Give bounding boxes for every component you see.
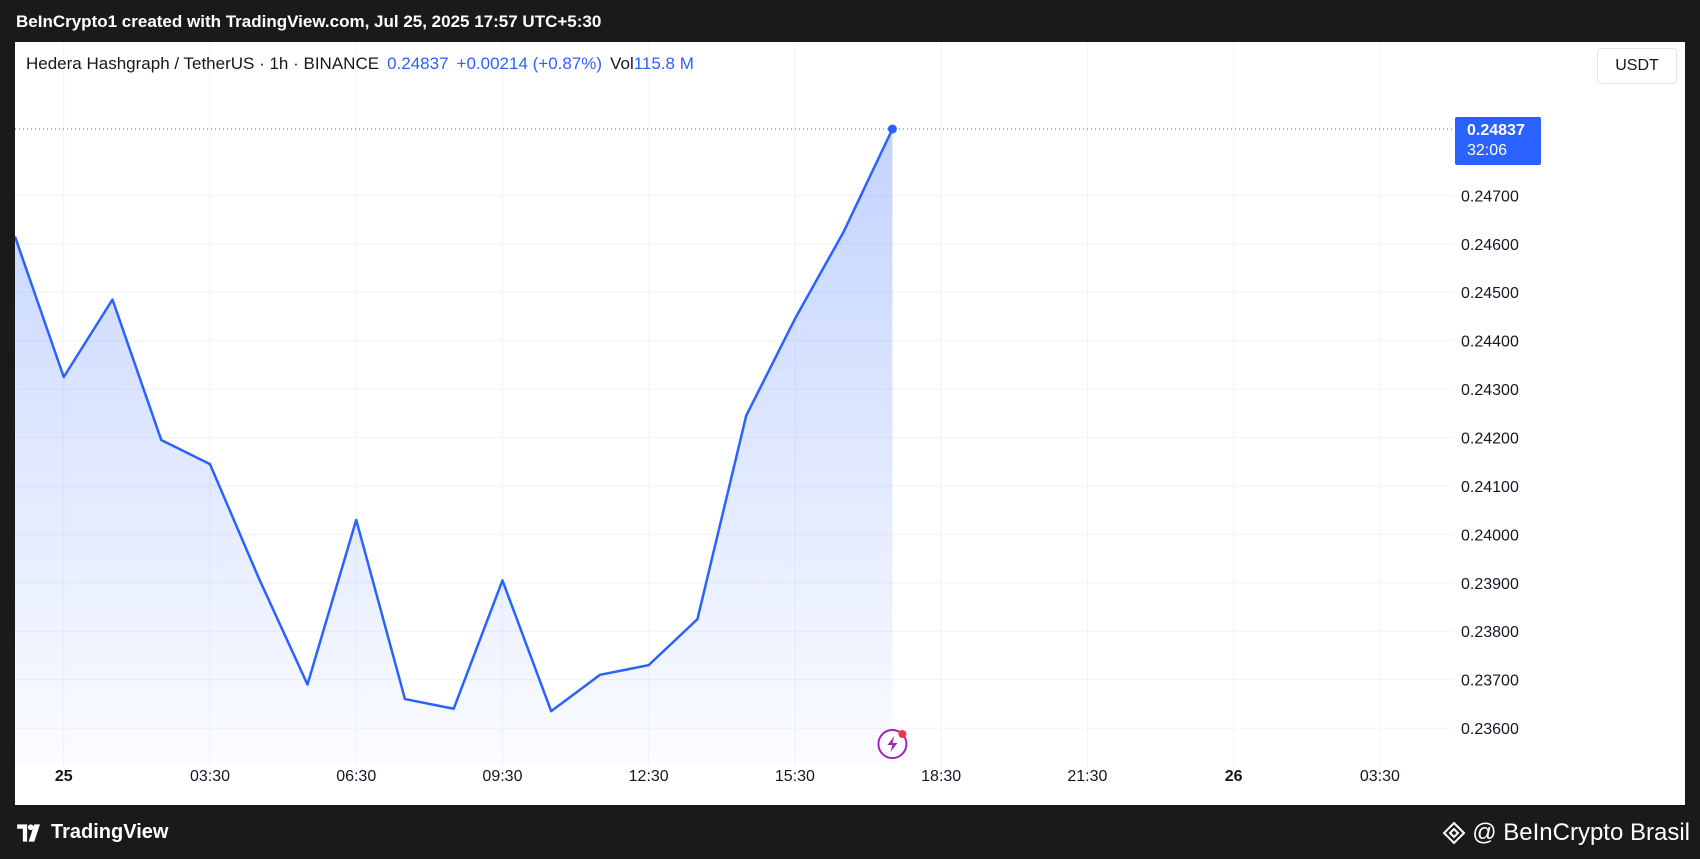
x-tick-label: 09:30 — [482, 768, 522, 785]
symbol-label[interactable]: Hedera Hashgraph / TetherUS · 1h · BINAN… — [26, 54, 379, 74]
x-tick-label: 03:30 — [190, 768, 230, 785]
y-tick-label: 0.24000 — [1461, 527, 1519, 544]
price-chart[interactable]: 0.24700 0.24600 0.24500 0.24400 0.24300 0.242… — [15, 42, 1685, 805]
attribution-bar: BeInCrypto1 created with TradingView.com… — [0, 0, 1700, 42]
volume-value: 115.8 M — [633, 54, 694, 73]
volume-label: Vol — [610, 54, 634, 73]
beincrypto-diamond-icon — [1442, 821, 1466, 845]
y-tick-label: 0.24500 — [1461, 285, 1519, 302]
y-tick-label: 0.23900 — [1461, 576, 1519, 593]
tradingview-logo-icon — [17, 823, 40, 842]
y-tick-label: 0.24700 — [1461, 188, 1519, 205]
x-tick-label: 21:30 — [1067, 768, 1107, 785]
x-tick-label: 26 — [1225, 768, 1243, 785]
watermark-text: @ BeInCrypto Brasil — [1472, 819, 1690, 846]
y-tick-label: 0.24100 — [1461, 479, 1519, 496]
x-tick-label: 06:30 — [336, 768, 376, 785]
x-tick-label: 25 — [55, 768, 73, 785]
currency-unit-button[interactable]: USDT — [1597, 48, 1677, 84]
beincrypto-watermark: @ BeInCrypto Brasil — [1442, 819, 1690, 847]
legend-change: +0.00214 (+0.87%) — [456, 54, 603, 73]
attribution-text: BeInCrypto1 created with TradingView.com… — [16, 12, 602, 31]
alert-dot — [898, 730, 907, 738]
y-tick-label: 0.23700 — [1461, 673, 1519, 690]
x-tick-label: 18:30 — [921, 768, 961, 785]
y-tick-label: 0.23800 — [1461, 624, 1519, 641]
symbol-legend: Hedera Hashgraph / TetherUS · 1h · BINAN… — [26, 54, 694, 74]
footer-bar: TradingView @ BeInCrypto Brasil — [0, 805, 1700, 859]
tradingview-brand: TradingView — [51, 821, 169, 843]
last-price-badge-value: 0.24837 — [1467, 122, 1525, 139]
last-price-dot — [887, 124, 897, 134]
y-tick-label: 0.24200 — [1461, 431, 1519, 448]
countdown-label: 32:06 — [1467, 142, 1507, 159]
y-tick-label: 0.24400 — [1461, 334, 1519, 351]
y-tick-label: 0.23600 — [1461, 721, 1519, 738]
chart-panel[interactable]: 0.24700 0.24600 0.24500 0.24400 0.24300 0.242… — [15, 42, 1685, 805]
tradingview-logo[interactable]: TradingView — [15, 821, 168, 844]
x-tick-label: 12:30 — [629, 768, 669, 785]
y-tick-label: 0.24600 — [1461, 237, 1519, 254]
x-tick-label: 15:30 — [775, 768, 815, 785]
x-tick-label: 03:30 — [1360, 768, 1400, 785]
legend-price: 0.24837 — [387, 54, 449, 73]
y-tick-label: 0.24300 — [1461, 382, 1519, 399]
